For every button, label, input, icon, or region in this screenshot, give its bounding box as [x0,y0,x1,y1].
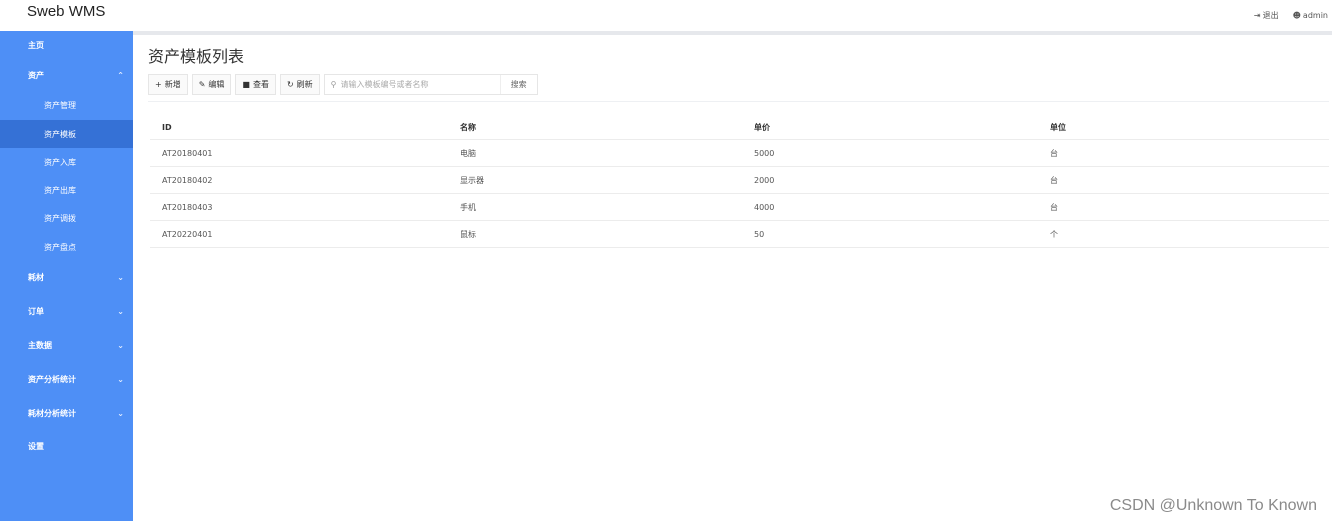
template-table: ID 名称 单价 单位 AT20180401 电脑 5000 台 AT20180… [150,115,1329,248]
sidebar-item-label: 资产模板 [44,129,76,139]
main-content: 资产模板列表 + 新增 ✎ 编辑 ■ 查看 ↻ 刷新 ⚲ 搜索 ID 名称 单价 [133,35,1332,521]
sidebar-item-master-data[interactable]: 主数据 ⌄ [0,331,133,359]
view-button[interactable]: ■ 查看 [235,74,276,95]
sidebar-item-label: 主数据 [28,340,52,350]
sidebar-item-asset-outbound[interactable]: 资产出库 [0,176,133,204]
column-header-price[interactable]: 单价 [734,122,1030,133]
sidebar-item-label: 耗材 [28,272,44,282]
sidebar-item-label: 资产调拨 [44,213,76,223]
cell-id: AT20180401 [162,148,213,158]
chevron-down-icon: ⌄ [117,272,124,282]
chevron-up-icon: ⌃ [117,70,124,80]
bookmark-icon: ■ [242,80,250,89]
table-row[interactable]: AT20180402 显示器 2000 台 [150,167,1329,194]
toolbar-divider [148,101,1329,102]
search-box: ⚲ 搜索 [323,74,538,95]
sidebar-item-label: 耗材分析统计 [28,408,76,418]
sidebar-item-label: 设置 [28,441,44,451]
cell-unit: 台 [1050,175,1058,185]
sidebar-item-label: 主页 [28,40,44,50]
add-button[interactable]: + 新增 [148,74,188,95]
column-header-name[interactable]: 名称 [440,122,734,133]
chevron-down-icon: ⌄ [117,374,124,384]
app-title: Sweb WMS [27,3,106,20]
cell-unit: 个 [1050,229,1058,239]
sidebar-item-assets[interactable]: 资产 ⌃ [0,61,133,89]
page-title: 资产模板列表 [148,47,245,66]
cell-name: 鼠标 [460,229,476,239]
sidebar: 主页 资产 ⌃ 资产管理 资产模板 资产入库 资产出库 资产调拨 资产盘点 耗材… [0,31,133,521]
user-icon: ☻ [1292,11,1301,20]
logout-icon: ⇥ [1253,11,1261,20]
cell-unit: 台 [1050,148,1058,158]
cell-id: AT20220401 [162,229,213,239]
sidebar-item-orders[interactable]: 订单 ⌄ [0,297,133,325]
top-bar: Sweb WMS ⇥ 退出 ☻ admin [0,0,1332,31]
user-label: admin [1302,11,1328,20]
chevron-down-icon: ⌄ [117,340,124,350]
sidebar-item-label: 订单 [28,306,44,316]
table-row[interactable]: AT20220401 鼠标 50 个 [150,221,1329,248]
cell-price: 4000 [754,202,775,212]
sidebar-item-home[interactable]: 主页 [0,31,133,59]
cell-price: 2000 [754,175,775,185]
sidebar-item-asset-inventory[interactable]: 资产盘点 [0,233,133,261]
sidebar-item-label: 资产入库 [44,157,76,167]
cell-id: AT20180402 [162,175,213,185]
sidebar-item-asset-management[interactable]: 资产管理 [0,91,133,119]
header-actions: ⇥ 退出 ☻ admin [1254,10,1328,21]
edit-icon: ✎ [198,80,206,89]
watermark: CSDN @Unknown To Known [1109,497,1317,514]
user-menu[interactable]: ☻ admin [1293,10,1328,21]
sidebar-item-asset-templates[interactable]: 资产模板 [0,120,133,148]
table-row[interactable]: AT20180403 手机 4000 台 [150,194,1329,221]
chevron-down-icon: ⌄ [117,306,124,316]
search-icon: ⚲ [330,80,337,89]
toolbar: + 新增 ✎ 编辑 ■ 查看 ↻ 刷新 ⚲ 搜索 [148,74,538,95]
cell-id: AT20180403 [162,202,213,212]
column-header-unit[interactable]: 单位 [1030,122,1329,133]
chevron-down-icon: ⌄ [117,408,124,418]
plus-icon: + [155,80,162,89]
cell-name: 电脑 [460,148,476,158]
cell-name: 手机 [460,202,476,212]
logout-button[interactable]: ⇥ 退出 [1254,10,1279,21]
refresh-button[interactable]: ↻ 刷新 [279,74,320,95]
table-header-row: ID 名称 单价 单位 [150,115,1329,140]
edit-button[interactable]: ✎ 编辑 [191,74,232,95]
search-button[interactable]: 搜索 [499,75,537,94]
sidebar-item-consumable-analytics[interactable]: 耗材分析统计 ⌄ [0,399,133,427]
sidebar-item-label: 资产分析统计 [28,374,76,384]
sidebar-item-asset-analytics[interactable]: 资产分析统计 ⌄ [0,365,133,393]
sidebar-item-asset-inbound[interactable]: 资产入库 [0,148,133,176]
sidebar-item-settings[interactable]: 设置 [0,432,133,460]
refresh-icon: ↻ [286,80,294,89]
cell-price: 50 [754,229,765,239]
sidebar-item-asset-transfer[interactable]: 资产调拨 [0,204,133,232]
cell-name: 显示器 [460,175,484,185]
table-row[interactable]: AT20180401 电脑 5000 台 [150,140,1329,167]
sidebar-item-label: 资产管理 [44,100,76,110]
sidebar-item-label: 资产盘点 [44,242,76,252]
logout-label: 退出 [1262,11,1279,20]
column-header-id[interactable]: ID [150,123,440,132]
sidebar-item-consumables[interactable]: 耗材 ⌄ [0,263,133,291]
sidebar-item-label: 资产出库 [44,185,76,195]
cell-price: 5000 [754,148,775,158]
search-input[interactable] [340,80,491,89]
sidebar-item-label: 资产 [28,70,44,80]
cell-unit: 台 [1050,202,1058,212]
